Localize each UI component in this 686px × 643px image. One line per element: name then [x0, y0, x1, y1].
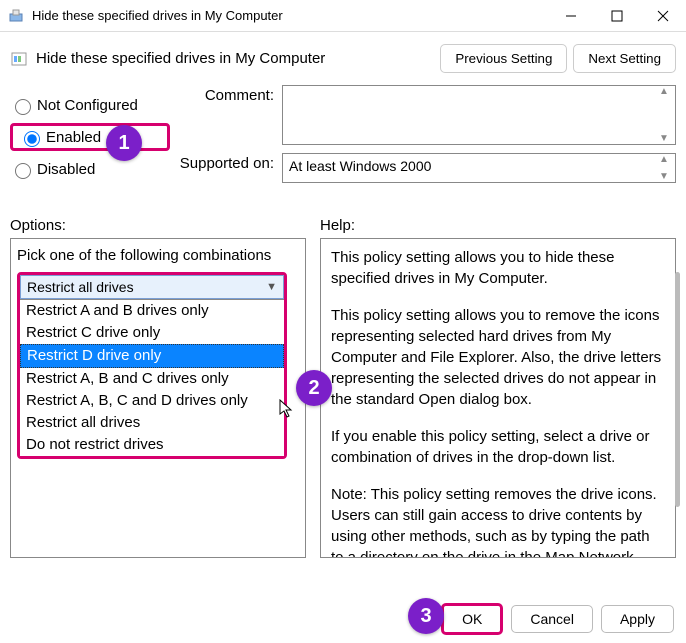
help-paragraph: If you enable this policy setting, selec… [331, 426, 665, 468]
supported-on-value: At least Windows 2000 [289, 158, 431, 174]
minimize-button[interactable] [548, 0, 594, 32]
maximize-button[interactable] [594, 0, 640, 32]
policy-icon [10, 50, 28, 68]
annotation-badge-1: 1 [106, 125, 142, 161]
dropdown-item[interactable]: Restrict C drive only [20, 322, 284, 344]
apply-button[interactable]: Apply [601, 605, 674, 633]
dropdown-item[interactable]: Restrict A and B drives only [20, 300, 284, 322]
radio-disabled-label: Disabled [37, 161, 95, 178]
dropdown-selected-text: Restrict all drives [27, 279, 134, 295]
cancel-button[interactable]: Cancel [511, 605, 593, 633]
supported-spin[interactable]: ▲▼ [659, 154, 673, 182]
dropdown-item[interactable]: Restrict A, B, C and D drives only [20, 390, 284, 412]
dropdown-item[interactable]: Restrict all drives [20, 412, 284, 434]
comment-label: Comment: [170, 85, 282, 145]
annotation-badge-2: 2 [296, 370, 332, 406]
radio-not-configured-input[interactable] [15, 99, 31, 115]
radio-not-configured[interactable]: Not Configured [10, 91, 170, 119]
annotation-badge-3: 3 [408, 598, 444, 634]
supported-label: Supported on: [170, 153, 282, 183]
supported-on-field: At least Windows 2000 ▲▼ [282, 153, 676, 183]
help-section-label: Help: [306, 217, 676, 234]
chevron-down-icon: ▼ [266, 281, 277, 293]
dropdown-item[interactable]: Restrict D drive only [20, 344, 284, 368]
policy-header: Hide these specified drives in My Comput… [0, 32, 686, 81]
radio-enabled-input[interactable] [24, 131, 40, 147]
radio-disabled-input[interactable] [15, 163, 31, 179]
comment-textarea[interactable]: ▲▼ [282, 85, 676, 145]
options-pane: Pick one of the following combinations R… [10, 238, 306, 558]
help-pane[interactable]: This policy setting allows you to hide t… [320, 238, 676, 558]
help-paragraph: This policy setting allows you to remove… [331, 305, 665, 410]
options-prompt: Pick one of the following combinations [17, 247, 299, 264]
help-paragraph: Note: This policy setting removes the dr… [331, 484, 665, 558]
dialog-footer: OK Cancel Apply [0, 595, 686, 643]
radio-not-configured-label: Not Configured [37, 97, 138, 114]
radio-disabled[interactable]: Disabled [10, 155, 170, 183]
dropdown-selected[interactable]: Restrict all drives ▼ [20, 275, 284, 299]
radio-enabled-label: Enabled [46, 129, 101, 146]
help-paragraph: This policy setting allows you to hide t… [331, 247, 665, 289]
ok-button[interactable]: OK [441, 603, 503, 635]
dropdown-item[interactable]: Restrict A, B and C drives only [20, 368, 284, 390]
drive-restriction-dropdown[interactable]: Restrict all drives ▼ Restrict A and B d… [17, 272, 287, 459]
app-icon [8, 8, 24, 24]
help-scrollbar[interactable] [675, 272, 680, 507]
close-button[interactable] [640, 0, 686, 32]
radio-enabled[interactable]: Enabled [10, 123, 170, 151]
options-section-label: Options: [10, 217, 306, 234]
previous-setting-button[interactable]: Previous Setting [440, 44, 567, 73]
dropdown-item[interactable]: Do not restrict drives [20, 434, 284, 456]
comment-spin[interactable]: ▲▼ [659, 86, 673, 144]
window-title: Hide these specified drives in My Comput… [32, 8, 548, 23]
dropdown-list[interactable]: Restrict A and B drives onlyRestrict C d… [20, 299, 284, 456]
policy-title: Hide these specified drives in My Comput… [36, 50, 434, 67]
next-setting-button[interactable]: Next Setting [573, 44, 676, 73]
window-titlebar: Hide these specified drives in My Comput… [0, 0, 686, 32]
